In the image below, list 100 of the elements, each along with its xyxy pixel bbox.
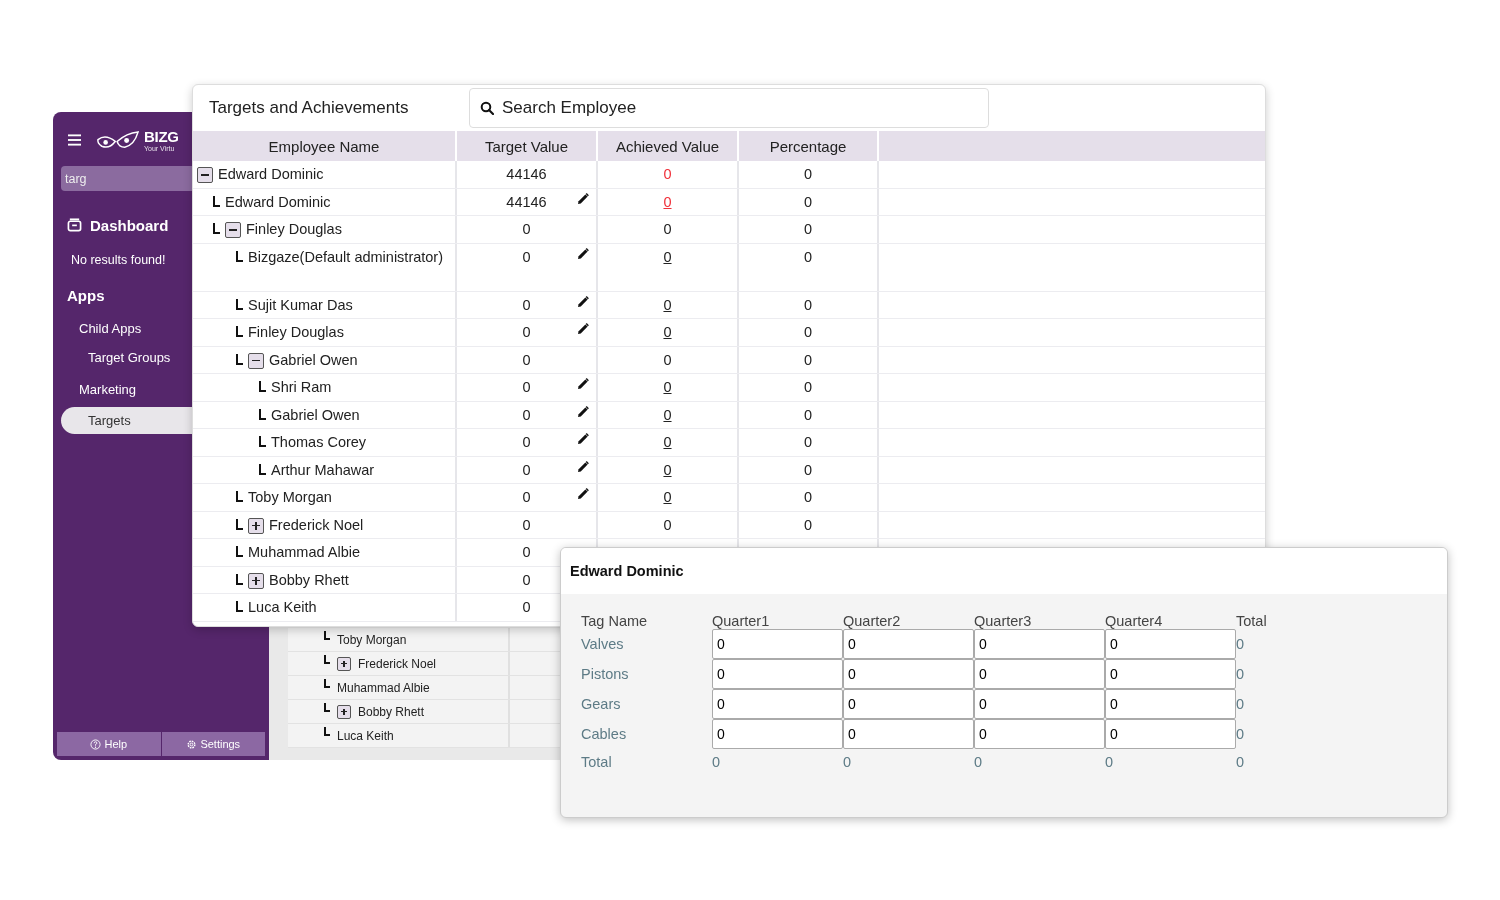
employee-name: Gabriel Owen — [271, 406, 360, 423]
achieved-value-link[interactable]: 0 — [663, 406, 672, 423]
employee-name: Thomas Corey — [271, 434, 367, 450]
column-header: Quarter4 — [1105, 613, 1164, 629]
employee-name: Bobby Rhett — [358, 704, 425, 719]
quarter-input[interactable]: 0 — [1105, 659, 1236, 689]
quarter-input[interactable]: 0 — [843, 629, 974, 659]
target-value: 44146 — [506, 193, 547, 210]
search-icon — [480, 100, 494, 115]
tree-branch-icon — [259, 463, 266, 475]
help-icon — [90, 738, 102, 750]
percentage-value: 0 — [803, 221, 813, 237]
row-total: 0 — [1236, 666, 1246, 682]
quarter-input[interactable]: 0 — [843, 659, 974, 689]
employee-name: Frederick Noel — [358, 656, 437, 671]
target-value: 0 — [522, 221, 531, 237]
collapse-toggle[interactable] — [197, 167, 213, 183]
quarter-input[interactable]: 0 — [712, 659, 843, 689]
pencil-icon[interactable] — [577, 488, 589, 500]
achieved-value-link[interactable]: 0 — [663, 296, 672, 313]
tree-branch-icon — [236, 491, 243, 502]
employee-name: Sujit Kumar Das — [248, 296, 353, 313]
collapse-toggle[interactable] — [225, 222, 241, 238]
employee-name: Bobby Rhett — [269, 571, 349, 588]
expand-toggle[interactable] — [248, 517, 264, 534]
achieved-value-link[interactable]: 0 — [663, 461, 672, 478]
target-value: 0 — [522, 516, 531, 533]
employee-name: Edward Dominic — [225, 193, 331, 210]
target-value: 0 — [522, 461, 531, 478]
menu-item[interactable]: Target Groups — [53, 343, 171, 371]
pencil-icon[interactable] — [577, 323, 589, 335]
menu-search-field[interactable]: targ — [61, 166, 192, 191]
tree-branch-icon — [236, 601, 243, 612]
quarter-input[interactable]: 0 — [843, 719, 974, 749]
quarter-input[interactable]: 0 — [1105, 629, 1236, 659]
menu-item[interactable]: Marketing — [53, 374, 137, 404]
quarter-input[interactable]: 0 — [974, 659, 1105, 689]
menu-item[interactable]: Dashboard — [53, 211, 169, 239]
achieved-value: 0 — [663, 221, 672, 237]
expand-toggle[interactable] — [248, 572, 264, 589]
achieved-value-link[interactable]: 0 — [663, 324, 672, 340]
column-header: Tag Name — [581, 613, 649, 629]
pencil-icon[interactable] — [577, 247, 589, 260]
menu-icon[interactable] — [68, 134, 81, 146]
menu-item[interactable]: Targets — [61, 407, 192, 434]
pencil-icon[interactable] — [577, 378, 589, 390]
tree-branch-icon — [259, 408, 266, 420]
menu-item[interactable]: Child Apps — [53, 313, 142, 343]
achieved-value-link[interactable]: 0 — [663, 248, 672, 265]
column-header: Target Value — [484, 137, 569, 155]
expand-toggle[interactable] — [337, 704, 351, 719]
target-value: 0 — [522, 379, 531, 395]
percentage-value: 0 — [803, 406, 813, 423]
tree-branch-icon — [324, 631, 330, 640]
percentage-value: 0 — [803, 248, 813, 265]
quarter-input[interactable]: 0 — [974, 689, 1105, 719]
quarter-input[interactable]: 0 — [712, 629, 843, 659]
tree-branch-icon — [324, 679, 330, 688]
employee-name: Arthur Mahawar — [271, 461, 375, 478]
empty-message: No results found! — [70, 252, 166, 269]
quarter-input[interactable]: 0 — [1105, 689, 1236, 719]
search-field[interactable]: Search Employee — [469, 87, 989, 128]
percentage-value: 0 — [803, 461, 813, 478]
expand-toggle[interactable] — [337, 656, 351, 671]
quarter-input[interactable]: 0 — [974, 719, 1105, 749]
quarter-input[interactable]: 0 — [974, 629, 1105, 659]
quarter-input[interactable]: 0 — [712, 719, 843, 749]
settings-button[interactable]: Settings — [161, 732, 265, 756]
column-total: 0 — [843, 754, 853, 770]
quarter-input[interactable]: 0 — [712, 689, 843, 719]
tag-name: Pistons — [581, 666, 630, 682]
percentage-value: 0 — [803, 193, 813, 210]
quarter-input[interactable]: 0 — [843, 689, 974, 719]
pencil-icon[interactable] — [577, 192, 589, 205]
eyes-logo-icon — [96, 129, 142, 151]
percentage-value: 0 — [803, 379, 813, 395]
achieved-value-link[interactable]: 0 — [663, 489, 672, 505]
column-header: Quarter2 — [843, 613, 902, 629]
pencil-icon[interactable] — [577, 405, 589, 418]
row-total: 0 — [1236, 726, 1246, 742]
percentage-value: 0 — [803, 516, 813, 533]
target-value: 0 — [522, 406, 531, 423]
quarter-input[interactable]: 0 — [1105, 719, 1236, 749]
target-value: 0 — [522, 351, 531, 368]
pencil-icon[interactable] — [577, 433, 589, 445]
tree-branch-icon — [236, 250, 243, 262]
help-button[interactable]: Help — [57, 732, 161, 756]
tree-branch-icon — [236, 518, 243, 530]
column-total: 0 — [712, 754, 722, 770]
row-total: 0 — [1236, 636, 1246, 652]
achieved-value: 0 — [663, 351, 672, 368]
collapse-toggle[interactable] — [248, 352, 264, 369]
pencil-icon[interactable] — [577, 295, 589, 308]
achieved-value-link[interactable]: 0 — [663, 193, 672, 210]
tag-name: Gears — [581, 696, 622, 712]
achieved-value: 0 — [663, 166, 672, 182]
achieved-value-link[interactable]: 0 — [663, 379, 672, 395]
employee-name: Edward Dominic — [218, 166, 324, 182]
pencil-icon[interactable] — [577, 460, 589, 473]
achieved-value-link[interactable]: 0 — [663, 434, 672, 450]
